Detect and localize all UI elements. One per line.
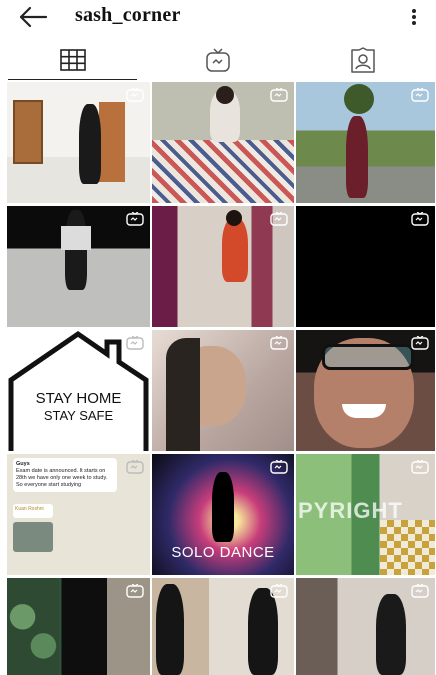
igtv-icon <box>411 212 429 226</box>
igtv-icon <box>126 336 144 350</box>
igtv-icon <box>126 460 144 474</box>
igtv-icon <box>270 584 288 598</box>
post-thumbnail[interactable] <box>296 206 435 327</box>
post-thumbnail[interactable] <box>7 206 150 327</box>
igtv-icon <box>411 336 429 350</box>
more-vertical-icon[interactable] <box>410 6 418 28</box>
tab-tagged[interactable] <box>290 40 435 80</box>
post-thumbnail[interactable] <box>7 578 150 675</box>
igtv-icon <box>411 88 429 102</box>
igtv-icon <box>126 88 144 102</box>
igtv-icon <box>270 212 288 226</box>
chat-message-title: Guys <box>16 461 30 467</box>
post-thumbnail[interactable] <box>152 578 294 675</box>
post-thumbnail[interactable] <box>296 82 435 203</box>
tab-igtv[interactable] <box>145 40 290 80</box>
igtv-icon <box>411 460 429 474</box>
igtv-icon <box>270 460 288 474</box>
copyright-watermark: PYRIGHT <box>298 498 403 523</box>
profile-username: sash_corner <box>75 4 181 26</box>
post-thumbnail[interactable] <box>152 82 294 203</box>
grid-icon <box>59 49 86 71</box>
post-thumbnail[interactable] <box>152 330 294 451</box>
tab-posts-grid[interactable] <box>0 40 145 80</box>
chat-message-bubble: Guys Exam date is announced. It starts o… <box>13 458 117 492</box>
stay-home-text: STAY HOME <box>35 390 122 407</box>
igtv-icon <box>126 212 144 226</box>
post-thumbnail[interactable] <box>296 578 435 675</box>
chat-sender-name: Kuan Roshni <box>13 504 53 518</box>
chat-message-text: Exam date is announced. It starts on 28t… <box>16 468 108 488</box>
post-thumbnail[interactable] <box>7 82 150 203</box>
post-thumbnail[interactable]: STAY HOME STAY SAFE <box>7 330 150 451</box>
igtv-icon <box>126 584 144 598</box>
posts-grid: STAY HOME STAY SAFE Guys Exam date is an… <box>7 82 435 675</box>
tagged-icon <box>350 47 376 73</box>
profile-tabs <box>0 40 436 80</box>
igtv-icon <box>270 336 288 350</box>
post-thumbnail[interactable]: Guys Exam date is announced. It starts o… <box>7 454 150 575</box>
profile-header: sash_corner <box>0 0 436 36</box>
post-thumbnail[interactable]: SOLO DANCE <box>152 454 294 575</box>
post-thumbnail[interactable] <box>152 206 294 327</box>
igtv-icon <box>205 47 231 73</box>
igtv-icon <box>270 88 288 102</box>
post-thumbnail[interactable] <box>296 330 435 451</box>
stay-safe-text: STAY SAFE <box>43 408 114 423</box>
igtv-icon <box>411 584 429 598</box>
solo-dance-caption: SOLO DANCE <box>171 544 275 561</box>
post-thumbnail[interactable]: PYRIGHT <box>296 454 435 575</box>
arrow-left-icon[interactable] <box>18 6 48 28</box>
